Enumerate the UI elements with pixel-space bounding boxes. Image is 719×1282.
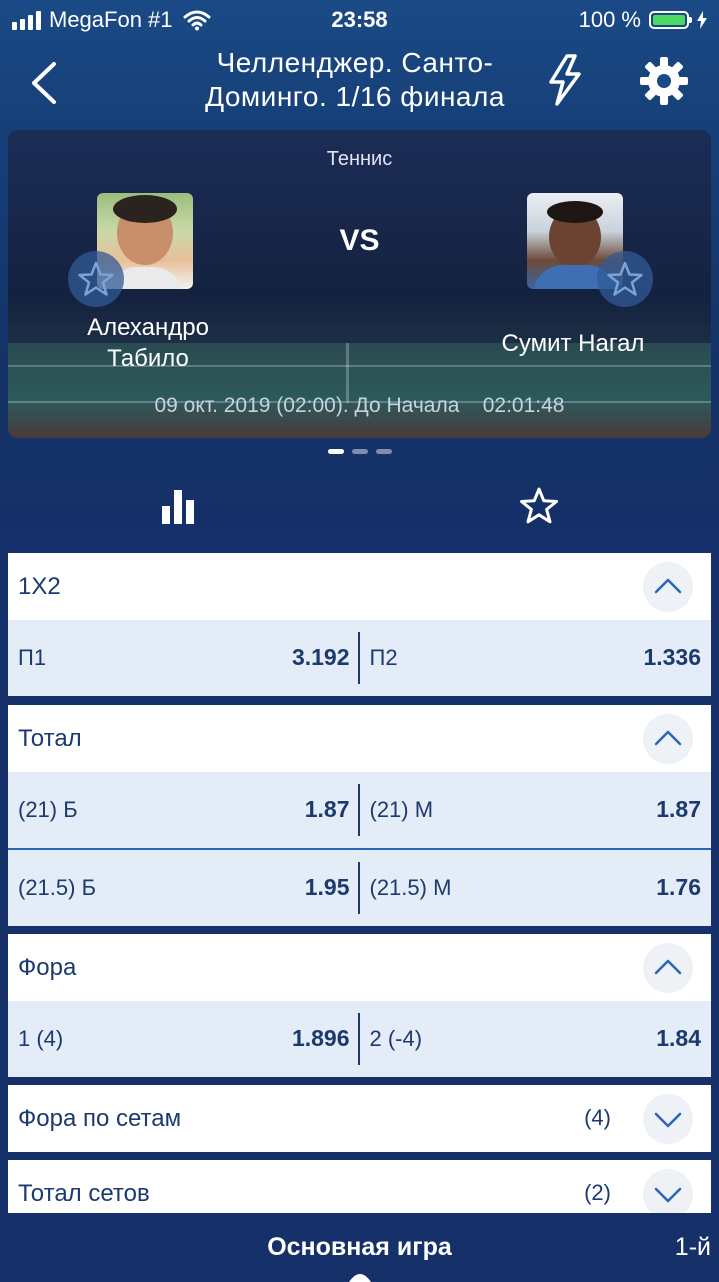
market-header[interactable]: Фора [8,934,711,1001]
odds-cell[interactable]: (21) М 1.87 [360,772,712,848]
player1-name: Алехандро Табило [48,312,248,374]
star-icon [607,261,643,296]
odds-label: П1 [18,645,47,670]
page-title-line1: Челленджер. Санто- [216,47,494,78]
market-header[interactable]: 1X2 [8,553,711,620]
odds-cell[interactable]: 2 (-4) 1.84 [360,1001,712,1077]
carousel-dot[interactable] [351,449,368,454]
player1-favorite-button[interactable] [68,251,124,307]
market-set-handicap: Фора по сетам (4) [8,1085,711,1152]
odds-label: (21) М [369,797,434,822]
sport-label: Теннис [326,148,393,170]
back-arrow-icon[interactable] [26,58,66,108]
odds-row: 1 (4) 1.896 2 (-4) 1.84 [8,1001,711,1077]
match-start-info: 09 окт. 2019 (02:00). До Начала 02:01:48 [154,394,565,417]
bottom-bar[interactable]: Основная игра 1-й [0,1213,719,1282]
player2-name: Сумит Нагал [501,330,645,357]
player1-name-line2: Табило [107,345,189,372]
market-count: (2) [584,1180,611,1205]
market-title: Тотал [18,724,82,752]
odds-row: (21) Б 1.87 (21) М 1.87 [8,772,711,848]
market-title: Тотал сетов [18,1179,150,1207]
market-set-total: Тотал сетов (2) [8,1160,711,1213]
chevron-down-icon[interactable] [643,1094,693,1144]
odds-label: П2 [369,645,398,670]
chevron-down-icon[interactable] [643,1169,693,1213]
chevron-up-icon[interactable] [643,943,693,993]
star-icon [78,261,114,296]
odds-label: (21) Б [18,797,78,822]
page-title: Челленджер. Санто- Доминго. 1/16 финала [110,46,600,114]
carousel-dot[interactable] [375,449,392,454]
market-header[interactable]: Фора по сетам (4) [8,1085,711,1152]
market-header[interactable]: Тотал сетов (2) [8,1160,711,1213]
carousel-dots[interactable] [0,449,719,454]
player1-name-line1: Алехандро [87,314,209,341]
market-header[interactable]: Тотал [8,705,711,772]
chevron-up-icon[interactable] [643,714,693,764]
odds-value: 1.896 [291,1025,350,1051]
market-title: Фора [18,953,77,981]
odds-value: 1.336 [643,644,701,670]
market-handicap: Фора 1 (4) 1.896 2 (-4) 1.84 [8,934,711,1077]
odds-cell[interactable]: П2 1.336 [360,620,712,696]
battery-icon [649,11,692,29]
gear-icon[interactable] [638,55,690,107]
statistics-icon[interactable] [160,486,200,526]
page-title-line2: Доминго. 1/16 финала [205,81,505,112]
carousel-dot[interactable] [327,449,344,454]
odds-value: 3.192 [291,644,350,670]
market-1x2: 1X2 П1 3.192 П2 1.336 [8,553,711,696]
market-count: (4) [584,1105,611,1130]
market-total: Тотал (21) Б 1.87 (21) М 1.87 (21.5) Б 1… [8,705,711,926]
market-title: 1X2 [18,572,61,600]
odds-cell[interactable]: (21) Б 1.87 [8,772,360,848]
favorite-star-icon[interactable] [519,486,559,526]
game-period-next[interactable]: 1-й [675,1233,711,1262]
odds-cell[interactable]: (21.5) Б 1.95 [8,850,360,926]
odds-label: 1 (4) [18,1026,64,1051]
odds-value: 1.84 [656,1025,701,1051]
odds-row: (21.5) Б 1.95 (21.5) М 1.76 [8,848,711,926]
charging-icon [697,11,707,29]
status-right: 100 % [579,7,707,33]
match-card: Теннис VS Алехандро Табило Сумит Нагал 0… [8,130,711,438]
chevron-up-icon[interactable] [643,562,693,612]
odds-label: 2 (-4) [369,1026,423,1051]
odds-label: (21.5) М [369,875,452,900]
game-period-selected[interactable]: Основная игра [0,1233,719,1262]
market-title: Фора по сетам [18,1104,182,1132]
lightning-icon[interactable] [545,52,585,108]
status-bar: MegaFon #1 23:58 100 % [0,0,719,40]
odds-row: П1 3.192 П2 1.336 [8,620,711,696]
battery-label: 100 % [578,7,641,32]
odds-value: 1.95 [304,874,350,900]
odds-value: 1.87 [304,796,350,822]
odds-cell[interactable]: (21.5) М 1.76 [360,850,712,926]
odds-value: 1.76 [656,874,701,900]
odds-label: (21.5) Б [18,875,97,900]
player2-favorite-button[interactable] [597,251,653,307]
odds-cell[interactable]: 1 (4) 1.896 [8,1001,360,1077]
odds-value: 1.87 [656,796,701,822]
odds-cell[interactable]: П1 3.192 [8,620,360,696]
